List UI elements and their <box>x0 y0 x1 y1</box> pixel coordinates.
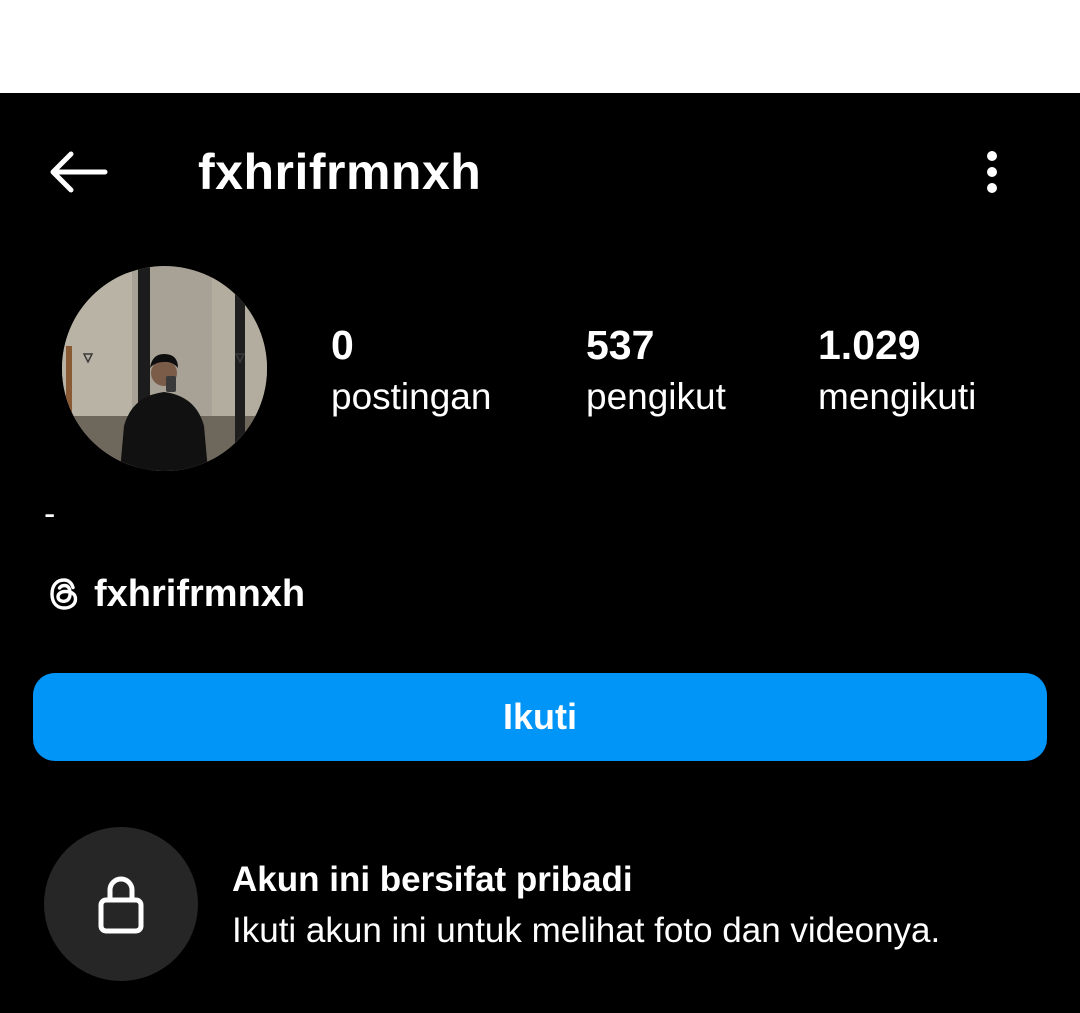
posts-count: 0 <box>331 322 354 368</box>
private-account-title: Akun ini bersifat pribadi <box>232 860 633 899</box>
back-button[interactable] <box>40 142 114 202</box>
follow-button[interactable]: Ikuti <box>33 673 1047 761</box>
lock-icon <box>98 876 144 934</box>
vertical-ellipsis-icon <box>987 151 997 193</box>
following-count: 1.029 <box>818 322 921 368</box>
followers-count: 537 <box>586 322 655 368</box>
status-bar-area <box>0 0 1080 93</box>
following-label: mengikuti <box>818 376 977 417</box>
followers-label: pengikut <box>586 376 726 417</box>
profile-avatar[interactable] <box>62 266 267 471</box>
profile-page: fxhrifrmnxh 0 postingan 537 pengikut 1.0… <box>0 0 1080 1013</box>
stat-posts: 0 postingan <box>331 318 491 422</box>
stat-followers[interactable]: 537 pengikut <box>586 318 726 422</box>
threads-handle: fxhrifrmnxh <box>94 573 306 615</box>
threads-link[interactable]: fxhrifrmnxh <box>44 568 305 620</box>
lock-badge <box>44 827 198 981</box>
more-options-button[interactable] <box>968 142 1016 202</box>
avatar-photo <box>62 266 267 471</box>
profile-bio: - <box>44 495 56 533</box>
profile-username-title: fxhrifrmnxh <box>198 144 482 200</box>
arrow-left-icon <box>50 151 108 193</box>
stat-following[interactable]: 1.029 mengikuti <box>818 318 976 422</box>
private-account-subtitle: Ikuti akun ini untuk melihat foto dan vi… <box>232 911 941 950</box>
threads-icon <box>50 578 78 610</box>
posts-label: postingan <box>331 376 492 417</box>
